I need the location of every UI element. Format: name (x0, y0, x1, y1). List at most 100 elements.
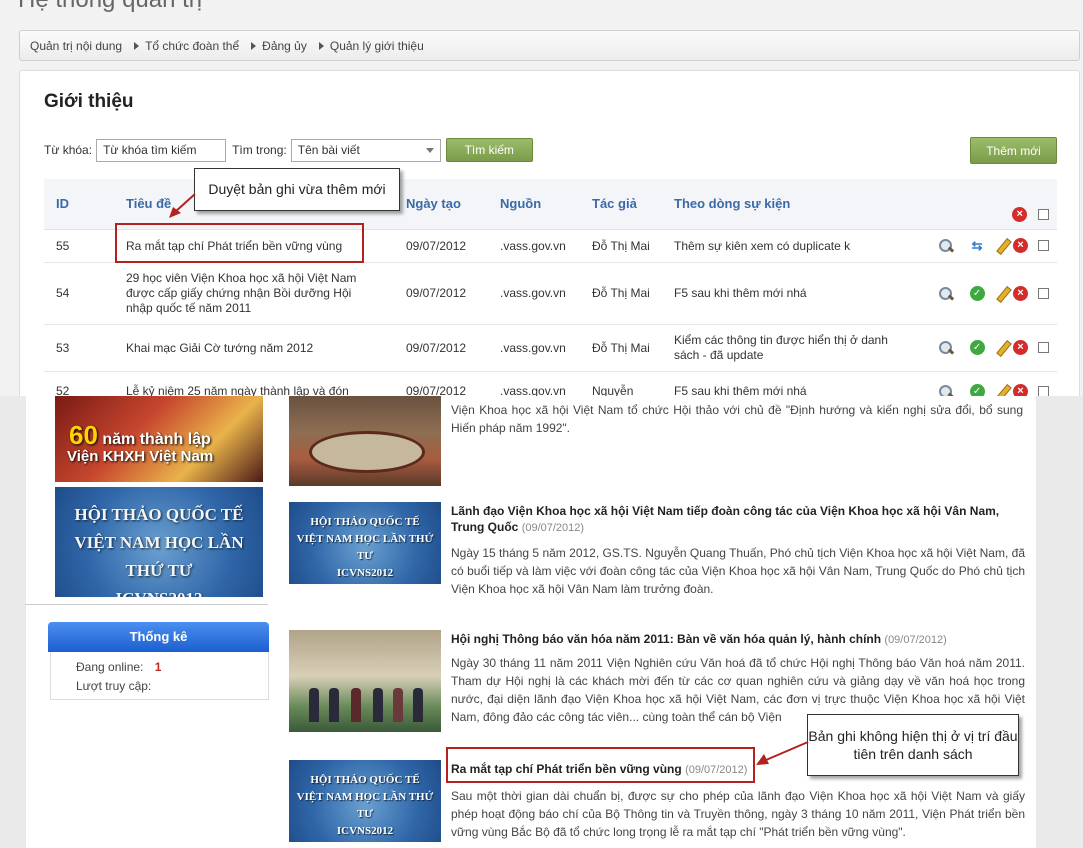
view-icon[interactable] (938, 238, 953, 253)
row-actions: ✓ × (909, 371, 1057, 396)
breadcrumb: Quản trị nội dung Tổ chức đoàn thể Đảng … (19, 30, 1080, 61)
row-author: Đỗ Thị Mai (580, 229, 662, 263)
row-id: 54 (44, 262, 114, 325)
search-bar: Từ khóa: Từ khóa tìm kiếm Tìm trong: Tên… (44, 138, 533, 162)
view-icon[interactable] (938, 340, 953, 355)
highlight-box (115, 223, 364, 263)
delete-icon[interactable]: × (1012, 383, 1028, 396)
row-date: 09/07/2012 (394, 229, 488, 263)
approve-icon[interactable]: ✓ (969, 383, 985, 396)
row-checkbox[interactable] (1038, 342, 1049, 354)
breadcrumb-item[interactable]: Tổ chức đoàn thể (145, 39, 239, 53)
delete-icon[interactable]: × (1012, 340, 1028, 356)
table-row: 53 Khai mạc Giải Cờ tướng năm 2012 09/07… (44, 324, 1057, 372)
annotation-callout: Duyệt bản ghi vừa thêm mới (194, 168, 400, 211)
col-source[interactable]: Nguồn (488, 179, 580, 230)
approve-icon[interactable]: ✓ (969, 340, 985, 356)
breadcrumb-item[interactable]: Quản lý giới thiệu (330, 39, 424, 53)
edit-icon[interactable] (995, 340, 1010, 355)
keyword-input[interactable]: Từ khóa tìm kiếm (96, 138, 227, 162)
select-all-checkbox[interactable] (1038, 208, 1049, 220)
keyword-label: Từ khóa: (44, 143, 93, 157)
view-icon[interactable] (938, 286, 953, 301)
online-value: 1 (154, 660, 162, 674)
row-checkbox[interactable] (1038, 240, 1049, 252)
news-item: HỘI THẢO QUỐC TẾ VIỆT NAM HỌC LẦN THỨ TƯ I… (289, 502, 1029, 612)
breadcrumb-item[interactable]: Quản trị nội dung (30, 39, 122, 53)
search-in-select[interactable]: Tên bài viết (290, 138, 441, 162)
row-actions: ✓ × (909, 262, 1057, 325)
search-button[interactable]: Tìm kiếm (445, 138, 533, 162)
news-title[interactable]: Lãnh đạo Viện Khoa học xã hội Việt Nam t… (451, 503, 1025, 536)
breadcrumb-separator-icon (251, 41, 257, 50)
row-author: Đỗ Thị Mai (580, 324, 662, 372)
anniversary-banner-line1: 60 năm thành lập (69, 420, 211, 451)
delete-icon[interactable]: × (1012, 238, 1028, 254)
col-id[interactable]: ID (44, 179, 114, 230)
breadcrumb-separator-icon (318, 41, 324, 50)
row-source: .vass.gov.vn (488, 324, 580, 372)
delete-icon[interactable]: × (1012, 285, 1028, 301)
row-author: Đỗ Thị Mai (580, 262, 662, 325)
edit-icon[interactable] (995, 384, 1010, 396)
stats-title: Thống kê (48, 622, 269, 652)
add-new-button[interactable]: Thêm mới (970, 137, 1057, 164)
row-title[interactable]: 29 học viên Viện Khoa học xã hội Việt Na… (114, 262, 394, 325)
annotation-callout: Bản ghi không hiện thị ở vị trí đầu tiên… (807, 714, 1019, 776)
row-actions: ✓ × (909, 324, 1057, 372)
row-id: 53 (44, 324, 114, 372)
row-id: 55 (44, 229, 114, 263)
news-title[interactable]: Hội nghị Thông báo văn hóa năm 2011: Bàn… (451, 631, 1025, 648)
stats-box: Đang online: 1 Lượt truy cập: (50, 652, 269, 700)
conference-line1: HỘI THẢO QUỐC TẾ (74, 505, 244, 524)
conference-line2: VIỆT NAM HỌC LẦN THỨ TƯ (74, 533, 244, 580)
admin-screenshot: Hệ thống quản trị Quản trị nội dung Tổ c… (0, 0, 1083, 396)
visits-label: Lượt truy cập: (76, 679, 152, 693)
row-source: .vass.gov.vn (488, 371, 580, 396)
row-event: Thêm sự kiên xem có duplicate k (662, 229, 909, 263)
news-item: Viện Khoa học xã hội Việt Nam tổ chức Hộ… (289, 396, 1029, 488)
row-title[interactable]: Khai mạc Giải Cờ tướng năm 2012 (114, 324, 394, 372)
col-event[interactable]: Theo dòng sự kiện (662, 179, 909, 230)
row-source: .vass.gov.vn (488, 262, 580, 325)
view-icon[interactable] (938, 384, 953, 396)
table-row: 54 29 học viên Viện Khoa học xã hội Việt… (44, 262, 1057, 325)
edit-icon[interactable] (995, 286, 1010, 301)
news-thumbnail[interactable]: HỘI THẢO QUỐC TẾ VIỆT NAM HỌC LẦN THỨ TƯ I… (289, 502, 441, 584)
page-title: Giới thiệu (44, 91, 134, 112)
news-date: (09/07/2012) (884, 634, 947, 646)
row-title[interactable]: Lễ kỷ niệm 25 năm ngày thành lập và đón (114, 371, 394, 396)
row-event: Kiểm các thông tin được hiển thị ở danh … (662, 324, 909, 372)
row-checkbox[interactable] (1038, 287, 1049, 299)
highlight-box (446, 747, 755, 783)
row-date: 09/07/2012 (394, 371, 488, 396)
delete-all-icon[interactable]: × (1012, 206, 1028, 222)
news-thumbnail[interactable] (289, 396, 441, 486)
news-thumbnail[interactable] (289, 630, 441, 732)
news-description: Viện Khoa học xã hội Việt Nam tổ chức Hộ… (451, 403, 1023, 435)
row-date: 09/07/2012 (394, 324, 488, 372)
row-checkbox[interactable] (1038, 385, 1049, 396)
row-actions: ⇆ × (909, 229, 1057, 263)
approve-icon[interactable]: ✓ (969, 285, 985, 301)
col-date[interactable]: Ngày tạo (394, 179, 488, 230)
row-source: .vass.gov.vn (488, 229, 580, 263)
search-in-label: Tìm trong: (232, 143, 287, 157)
news-title-text[interactable]: Hội nghị Thông báo văn hóa năm 2011: Bàn… (451, 632, 881, 646)
col-author[interactable]: Tác giả (580, 179, 662, 230)
news-description: Sau một thời gian dài chuẩn bị, được sự … (451, 789, 1025, 839)
sidebar-divider (25, 601, 268, 605)
online-label: Đang online: (76, 660, 144, 674)
unapprove-icon[interactable]: ⇆ (970, 238, 985, 253)
breadcrumb-item[interactable]: Đảng ủy (262, 39, 307, 53)
annotation-arrow-icon (169, 193, 196, 218)
edit-icon[interactable] (995, 238, 1010, 253)
annotation-arrow-icon (756, 741, 809, 765)
anniversary-banner[interactable]: 60 năm thành lập Viện KHXH Việt Nam (55, 396, 263, 482)
conference-line3: ICVNS2012 (55, 585, 263, 597)
online-row: Đang online: 1 (76, 660, 161, 674)
news-thumbnail[interactable]: HỘI THẢO QUỐC TẾ VIỆT NAM HỌC LẦN THỨ TƯ I… (289, 760, 441, 842)
conference-banner[interactable]: HỘI THẢO QUỐC TẾ VIỆT NAM HỌC LẦN THỨ TƯ… (55, 487, 263, 597)
anniversary-banner-line2: Viện KHXH Việt Nam (67, 448, 214, 465)
row-event: F5 sau khi thêm mới nhá (662, 371, 909, 396)
